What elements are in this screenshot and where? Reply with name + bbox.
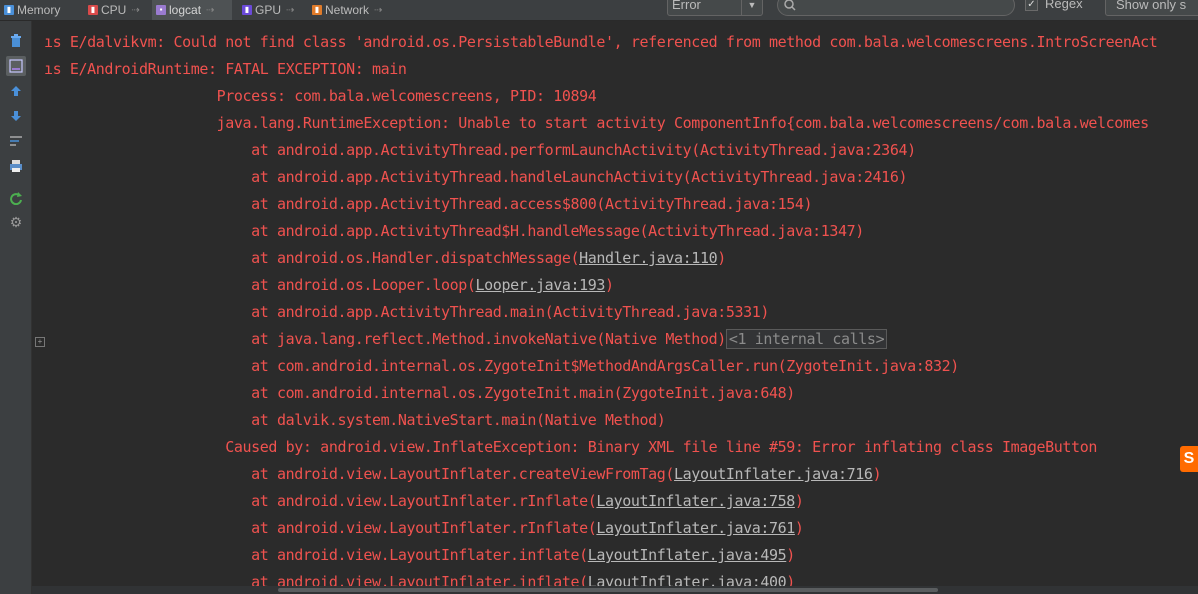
source-link[interactable]: LayoutInflater.java:758 xyxy=(596,492,795,510)
stack-frame: at android.app.ActivityThread.access$800… xyxy=(44,195,813,213)
search-field[interactable] xyxy=(777,0,1015,16)
trash-icon xyxy=(11,34,21,47)
stack-frame-text: ) xyxy=(786,573,795,586)
stack-frame-text: at android.view.LayoutInflater.rInflate( xyxy=(44,492,597,510)
stack-frame: at android.view.LayoutInflater.createVie… xyxy=(44,465,881,483)
tab-logcat-label: logcat xyxy=(169,3,202,17)
source-link[interactable]: LayoutInflater.java:495 xyxy=(588,546,787,564)
cpu-icon: ▮ xyxy=(88,5,98,15)
show-only-label: Show only s xyxy=(1116,0,1187,12)
clear-logcat-button[interactable] xyxy=(6,31,26,51)
source-link[interactable]: LayoutInflater.java:761 xyxy=(596,519,795,537)
arrow-up-icon xyxy=(11,86,21,96)
stack-frame: at dalvik.system.NativeStart.main(Native… xyxy=(44,411,666,429)
log-level-select[interactable]: Error ▼ xyxy=(667,0,763,16)
caused-by-line: Caused by: android.view.InflateException… xyxy=(44,438,1097,456)
source-link[interactable]: Looper.java:193 xyxy=(476,276,606,294)
scroll-to-end-button[interactable] xyxy=(6,56,26,76)
search-icon xyxy=(784,0,796,11)
stack-frame: at android.os.Looper.loop(Looper.java:19… xyxy=(44,276,614,294)
source-link[interactable]: Handler.java:110 xyxy=(579,249,717,267)
logcat-icon: ▪ xyxy=(156,5,166,15)
up-the-stack-button[interactable] xyxy=(6,81,26,101)
log-level-value: Error xyxy=(672,0,701,12)
gpu-icon: ▮ xyxy=(242,5,252,15)
pin-icon[interactable]: ⇢ xyxy=(286,5,294,16)
scroll-to-end-icon xyxy=(9,59,23,73)
tab-gpu[interactable]: ▮ GPU ⇢ xyxy=(238,0,304,20)
down-the-stack-button[interactable] xyxy=(6,106,26,126)
tab-memory-label: Memory xyxy=(17,3,61,17)
stack-frame-text: ) xyxy=(786,546,795,564)
memory-icon: ▮ xyxy=(4,5,14,15)
stack-frame: at android.app.ActivityThread.main(Activ… xyxy=(44,303,769,321)
source-link[interactable]: LayoutInflater.java:716 xyxy=(674,465,873,483)
logcat-output[interactable]: ıs E/dalvikvm: Could not find class 'and… xyxy=(32,21,1198,586)
stack-frame: at android.app.ActivityThread.handleLaun… xyxy=(44,168,908,186)
stack-frame-text: at android.view.LayoutInflater.inflate( xyxy=(44,573,588,586)
source-link[interactable]: LayoutInflater.java:400 xyxy=(588,573,787,586)
stack-frame-text: ) xyxy=(717,249,726,267)
restart-icon xyxy=(10,192,22,205)
log-line: ıs E/dalvikvm: Could not find class 'and… xyxy=(44,33,1158,51)
stack-frame-text: at android.view.LayoutInflater.createVie… xyxy=(44,465,675,483)
stack-frame: at android.app.ActivityThread.performLau… xyxy=(44,141,916,159)
soft-wraps-button[interactable] xyxy=(6,131,26,151)
stack-frame-text: at android.os.Looper.loop( xyxy=(44,276,476,294)
internal-calls-fold[interactable]: <1 internal calls> xyxy=(725,329,888,349)
network-icon: ▮ xyxy=(312,5,322,15)
arrow-down-icon xyxy=(11,111,21,121)
stack-frame-text: at android.os.Handler.dispatchMessage( xyxy=(44,249,580,267)
stack-frame-text: ) xyxy=(794,519,804,537)
search-input[interactable] xyxy=(802,0,1006,12)
pin-icon[interactable]: ⇢ xyxy=(131,5,139,16)
stack-frame-text: ) xyxy=(872,465,882,483)
stack-frame-text: at java.lang.reflect.Method.invokeNative… xyxy=(44,330,726,348)
stack-frame: at android.view.LayoutInflater.inflate(L… xyxy=(44,573,795,586)
regex-checkbox[interactable]: ✓ xyxy=(1025,0,1038,11)
tab-memory[interactable]: ▮ Memory xyxy=(0,0,80,20)
tab-cpu-label: CPU xyxy=(101,3,127,17)
ime-floating-badge[interactable]: S xyxy=(1180,446,1198,472)
stack-frame: at com.android.internal.os.ZygoteInit.ma… xyxy=(44,384,795,402)
log-line: ıs E/AndroidRuntime: FATAL EXCEPTION: ma… xyxy=(44,60,407,78)
restart-button[interactable] xyxy=(6,188,26,208)
pin-icon[interactable]: ⇢ xyxy=(374,5,382,16)
stack-frame-text: at android.view.LayoutInflater.rInflate( xyxy=(44,519,597,537)
log-line: Process: com.bala.welcomescreens, PID: 1… xyxy=(44,87,597,105)
stack-frame: at android.view.LayoutInflater.inflate(L… xyxy=(44,546,795,564)
tab-network[interactable]: ▮ Network ⇢ xyxy=(308,0,400,20)
horizontal-scrollbar[interactable] xyxy=(32,586,1198,594)
stack-frame-text: ) xyxy=(794,492,804,510)
gear-icon: ⚙ xyxy=(9,214,23,230)
tab-logcat[interactable]: ▪ logcat ⇢ xyxy=(152,0,232,20)
chevron-down-icon: ▼ xyxy=(741,0,762,15)
stack-frame: at com.android.internal.os.ZygoteInit$Me… xyxy=(44,357,959,375)
stack-frame: at java.lang.reflect.Method.invokeNative… xyxy=(44,329,888,349)
logcat-side-toolbar: ⚙ xyxy=(0,21,32,594)
print-icon xyxy=(10,160,22,172)
print-button[interactable] xyxy=(6,156,26,176)
tab-cpu[interactable]: ▮ CPU ⇢ xyxy=(84,0,150,20)
tool-window-tab-bar: ▮ Memory ▮ CPU ⇢ ▪ logcat ⇢ ▮ GPU ⇢ ▮ Ne… xyxy=(0,0,1198,21)
tab-network-label: Network xyxy=(325,3,370,17)
settings-button[interactable]: ⚙ xyxy=(6,212,26,232)
regex-label: Regex xyxy=(1045,0,1083,11)
stack-frame-text: ) xyxy=(605,276,614,294)
show-only-selected-dropdown[interactable]: Show only s xyxy=(1105,0,1198,16)
stack-frame: at android.view.LayoutInflater.rInflate(… xyxy=(44,492,804,510)
stack-frame-text: at android.view.LayoutInflater.inflate( xyxy=(44,546,588,564)
soft-wrap-icon xyxy=(10,136,22,146)
stack-frame: at android.view.LayoutInflater.rInflate(… xyxy=(44,519,804,537)
stack-frame: at android.os.Handler.dispatchMessage(Ha… xyxy=(44,249,726,267)
log-line: java.lang.RuntimeException: Unable to st… xyxy=(44,114,1150,132)
pin-icon[interactable]: ⇢ xyxy=(206,5,214,16)
scrollbar-thumb[interactable] xyxy=(278,588,938,592)
tab-gpu-label: GPU xyxy=(255,3,282,17)
stack-frame: at android.app.ActivityThread$H.handleMe… xyxy=(44,222,864,240)
